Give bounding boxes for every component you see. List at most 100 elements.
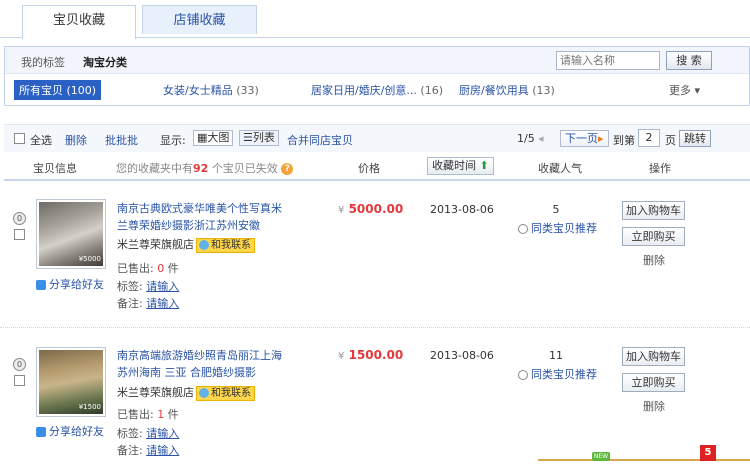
message-count-badge[interactable]: 5 — [700, 445, 716, 461]
batch-delete-link[interactable]: 删除 — [65, 132, 87, 148]
next-page-label: 下一页 — [565, 132, 598, 145]
share-link[interactable]: 分享给好友 — [36, 276, 104, 292]
similar-items-link[interactable]: 同类宝贝推荐 — [518, 220, 597, 236]
more-categories-link[interactable]: 更多 ▾ — [669, 82, 700, 98]
note-line: 备注: 请输入 — [117, 442, 179, 458]
sort-by-time-button[interactable]: 收藏时间 ⬆ — [427, 157, 494, 175]
item-title-link[interactable]: 南京高端旅游婚纱照青岛丽江上海苏州海南 三亚 合肥婚纱摄影 — [117, 347, 283, 381]
add-to-cart-button[interactable]: 加入购物车 — [622, 347, 685, 366]
favorite-item-row: 0 ¥5000 分享给好友 南京古典欧式豪华唯美个性写真米兰尊荣婚纱摄影浙江苏州… — [0, 182, 750, 327]
batch-action-link[interactable]: 批批批 — [105, 132, 138, 148]
chevron-down-icon: ▾ — [694, 84, 701, 97]
next-page-button[interactable]: 下一页▸ — [560, 130, 609, 147]
col-time-label: 收藏时间 — [432, 159, 476, 172]
col-popularity: 收藏人气 — [538, 162, 582, 175]
filter-panel: 我的标签 淘宝分类 搜 索 所有宝贝 (100) 女装/女士精品 (33) 居家… — [4, 46, 750, 106]
col-item-info: 宝贝信息 — [33, 162, 77, 175]
tag-line: 标签: 请输入 — [117, 425, 179, 441]
shop-line: 米兰尊荣旗舰店 和我联系 — [117, 384, 255, 401]
question-icon[interactable]: ? — [281, 163, 294, 175]
tab-item-favorites[interactable]: 宝贝收藏 — [22, 5, 136, 39]
note-label: 备注: — [117, 297, 143, 310]
share-label: 分享给好友 — [49, 278, 104, 291]
goto-suffix: 页 — [665, 134, 676, 147]
search-button[interactable]: 搜 索 — [666, 51, 712, 70]
select-all-checkbox[interactable] — [14, 133, 25, 144]
contact-seller-button[interactable]: 和我联系 — [196, 237, 255, 253]
favorite-count: 5 — [552, 203, 560, 216]
category-kitchen[interactable]: 厨房/餐饮用具 (13) — [459, 82, 555, 98]
add-to-cart-button[interactable]: 加入购物车 — [622, 201, 685, 220]
filter-panel-header: 我的标签 淘宝分类 搜 索 — [5, 47, 749, 74]
view-large-label: 大图 — [207, 131, 230, 144]
view-large-button[interactable]: ▦大图 — [193, 130, 234, 146]
item-thumbnail[interactable]: ¥1500 — [36, 347, 106, 417]
item-thumbnail[interactable]: ¥5000 — [36, 199, 106, 269]
price-symbol: ¥ — [338, 205, 345, 216]
item-checkbox[interactable] — [14, 229, 25, 240]
prev-page-arrow-icon: ◂ — [538, 132, 544, 145]
item-title-link[interactable]: 南京古典欧式豪华唯美个性写真米兰尊荣婚纱摄影浙江苏州安徽 — [117, 200, 283, 234]
category-all[interactable]: 所有宝贝 (100) — [14, 80, 102, 100]
view-list-button[interactable]: ☰列表 — [239, 130, 279, 146]
more-label: 更多 — [669, 84, 691, 97]
rank-icon: 0 — [13, 212, 26, 225]
col-action: 操作 — [649, 162, 671, 175]
share-icon — [36, 280, 46, 290]
chat-icon — [199, 387, 209, 398]
category-count: (33) — [236, 84, 259, 97]
note-input-link[interactable]: 请输入 — [146, 444, 179, 457]
favorites-tab-bar: 宝贝收藏 店铺收藏 — [0, 0, 750, 39]
select-all-label[interactable]: 全选 — [30, 132, 52, 148]
item-price: ¥ 5000.00 — [338, 202, 403, 216]
notice-suffix: 个宝贝已失效 — [211, 162, 278, 175]
sold-line: 已售出: 0 件 — [117, 260, 179, 276]
buy-now-button[interactable]: 立即购买 — [622, 373, 685, 392]
delete-item-link[interactable]: 删除 — [643, 252, 665, 268]
recommend-label: 同类宝贝推荐 — [531, 368, 597, 381]
page-number-input[interactable]: 2 — [638, 129, 660, 147]
sold-value: 0 — [157, 262, 165, 275]
tag-input-link[interactable]: 请输入 — [146, 280, 179, 293]
share-label: 分享给好友 — [49, 425, 104, 438]
page-info: 1/5 — [517, 132, 535, 145]
note-input-link[interactable]: 请输入 — [146, 297, 179, 310]
category-name: 居家日用/婚庆/创意... — [311, 84, 417, 97]
tab-shop-favorites[interactable]: 店铺收藏 — [142, 5, 257, 34]
favorite-date: 2013-08-06 — [430, 349, 494, 362]
similar-items-link[interactable]: 同类宝贝推荐 — [518, 366, 597, 382]
sold-label: 已售出: — [117, 408, 154, 421]
merge-shop-items-link[interactable]: 合并同店宝贝 — [287, 132, 353, 148]
sold-value: 1 — [157, 408, 165, 421]
delete-item-link[interactable]: 删除 — [643, 398, 665, 414]
tag-label: 标签: — [117, 427, 143, 440]
thumb-price-tag: ¥5000 — [78, 255, 101, 263]
shop-name-link[interactable]: 米兰尊荣旗舰店 — [117, 386, 194, 399]
category-womens-clothing[interactable]: 女装/女士精品 (33) — [163, 82, 259, 98]
table-header: 宝贝信息 您的收藏夹中有92 个宝贝已失效 ? 价格 收藏时间 ⬆ 收藏人气 操… — [4, 153, 750, 181]
shop-name-link[interactable]: 米兰尊荣旗舰店 — [117, 238, 194, 251]
category-name: 所有宝贝 — [19, 84, 63, 97]
view-list-label: 列表 — [252, 131, 275, 144]
note-label: 备注: — [117, 444, 143, 457]
tab-my-tags[interactable]: 我的标签 — [21, 54, 65, 70]
category-home-goods[interactable]: 居家日用/婚庆/创意... (16) — [311, 82, 443, 98]
contact-seller-button[interactable]: 和我联系 — [196, 385, 255, 401]
item-checkbox[interactable] — [14, 375, 25, 386]
share-link[interactable]: 分享给好友 — [36, 423, 104, 439]
favorite-count: 11 — [549, 349, 563, 362]
price-symbol: ¥ — [338, 351, 345, 362]
goto-prefix: 到第 — [613, 134, 635, 147]
display-label: 显示: — [160, 134, 186, 147]
tag-input-link[interactable]: 请输入 — [146, 427, 179, 440]
jump-button[interactable]: 跳转 — [679, 130, 711, 147]
search-input[interactable] — [556, 51, 660, 70]
category-count: (13) — [532, 84, 555, 97]
favorite-item-row: 0 ¥1500 分享给好友 南京高端旅游婚纱照青岛丽江上海苏州海南 三亚 合肥婚… — [0, 327, 750, 464]
tag-line: 标签: 请输入 — [117, 278, 179, 294]
buy-now-button[interactable]: 立即购买 — [622, 227, 685, 246]
recommend-label: 同类宝贝推荐 — [531, 222, 597, 235]
sold-line: 已售出: 1 件 — [117, 406, 179, 422]
tab-taobao-category[interactable]: 淘宝分类 — [83, 54, 127, 70]
item-price: ¥ 1500.00 — [338, 348, 403, 362]
